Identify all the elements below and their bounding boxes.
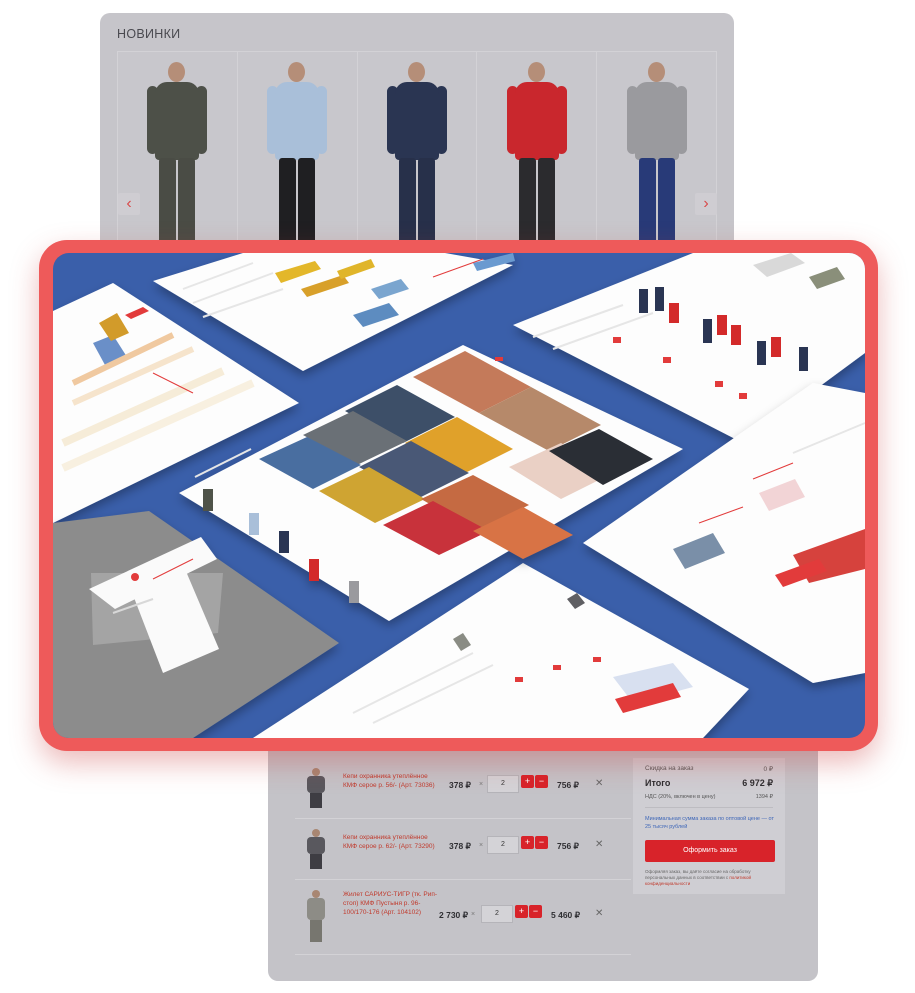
chevron-left-icon[interactable]: ‹ (118, 193, 140, 215)
product-name-link[interactable]: Кепи охранника утеплённое КМФ серое р. 5… (343, 772, 443, 790)
cart-row: Кепи охранника утеплённое КМФ серое р. 6… (295, 819, 631, 880)
close-icon[interactable]: ✕ (595, 839, 603, 850)
plus-icon[interactable]: + (521, 775, 534, 788)
cart-row: Кепи охранника утеплённое КМФ серое р. 5… (295, 758, 631, 819)
checkout-button[interactable]: Оформить заказ (645, 840, 775, 862)
multiply-sign: × (479, 781, 484, 788)
chevron-right-icon[interactable]: › (695, 193, 717, 215)
minus-icon[interactable]: − (535, 775, 548, 788)
order-summary: Скидка на заказ 0 ₽ Итого 6 972 ₽ НДС (2… (633, 758, 785, 894)
cart-row: Жилет САРИУС-ТИГР (тк. Рип-стоп) КМФ Пус… (295, 880, 631, 955)
unit-price: 378 ₽ (449, 841, 471, 851)
product-name-link[interactable]: Кепи охранника утеплённое КМФ серое р. 6… (343, 833, 443, 851)
product-thumbnail[interactable] (305, 890, 327, 942)
quantity-input[interactable]: 2 (487, 836, 519, 854)
line-total: 756 ₽ (557, 780, 579, 790)
total-value: 6 972 ₽ (742, 778, 773, 788)
product-thumbnail[interactable] (305, 768, 327, 808)
line-total: 756 ₽ (557, 841, 579, 851)
discount-value: 0 ₽ (763, 766, 773, 773)
cart-list: Кепи охранника утеплённое КМФ серое р. 5… (295, 758, 631, 955)
total-label: Итого (645, 778, 671, 788)
cart-section: Кепи охранника утеплённое КМФ серое р. 5… (268, 728, 818, 981)
product-photo (386, 62, 447, 252)
product-photo (267, 62, 328, 252)
quantity-input[interactable]: 2 (481, 905, 513, 923)
plus-icon[interactable]: + (515, 905, 528, 918)
product-photo (506, 62, 567, 252)
unit-price: 2 730 ₽ (439, 910, 469, 920)
consent-note: Оформляя заказ, вы даёте согласие на обр… (645, 869, 777, 887)
plus-icon[interactable]: + (521, 836, 534, 849)
product-photo (147, 62, 208, 252)
product-thumbnail[interactable] (305, 829, 327, 869)
close-icon[interactable]: ✕ (595, 908, 603, 919)
vat-label: НДС (20%, включен в цену) (645, 794, 716, 800)
min-sum-notice: Минимальная сумма заказа по оптовой цене… (645, 816, 774, 830)
unit-price: 378 ₽ (449, 780, 471, 790)
minus-icon[interactable]: − (535, 836, 548, 849)
minus-icon[interactable]: − (529, 905, 542, 918)
line-total: 5 460 ₽ (551, 910, 581, 920)
product-photo (626, 62, 687, 252)
mockups-collage (53, 253, 865, 738)
quantity-input[interactable]: 2 (487, 775, 519, 793)
new-arrivals-section: НОВИНКИ (100, 13, 734, 273)
product-name-link[interactable]: Жилет САРИУС-ТИГР (тк. Рип-стоп) КМФ Пус… (343, 890, 443, 917)
multiply-sign: × (471, 911, 476, 918)
product-carousel (117, 51, 717, 273)
section-title: НОВИНКИ (117, 27, 181, 41)
vat-value: 1394 ₽ (755, 794, 773, 800)
close-icon[interactable]: ✕ (595, 778, 603, 789)
discount-label: Скидка на заказ (645, 765, 694, 772)
multiply-sign: × (479, 842, 484, 849)
page-mockups-showcase (53, 253, 865, 738)
divider (645, 807, 773, 808)
